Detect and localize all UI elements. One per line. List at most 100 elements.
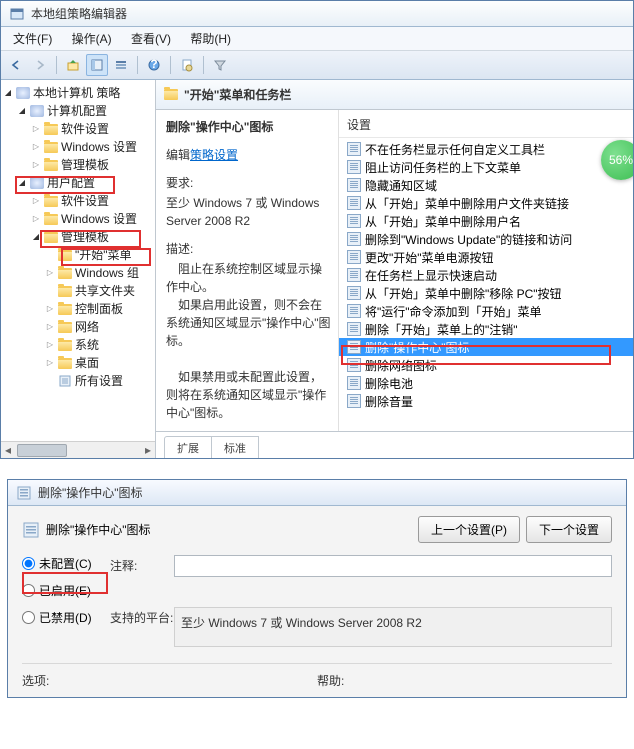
tree-item[interactable]: ▷管理模板: [3, 156, 153, 174]
setting-item-label: 从「开始」菜单中删除用户文件夹链接: [365, 195, 569, 212]
disc-icon: [29, 176, 45, 190]
policy-item-icon: [347, 196, 361, 210]
tree-toggle-icon[interactable]: ▷: [45, 318, 55, 336]
radio-disabled[interactable]: 已禁用(D): [22, 609, 110, 626]
form-right: 注释: 支持的平台: 至少 Windows 7 或 Windows Server…: [110, 555, 612, 657]
details-btn[interactable]: [110, 54, 132, 76]
setting-item[interactable]: 从「开始」菜单中删除用户文件夹链接: [339, 194, 633, 212]
tree-toggle-icon[interactable]: ▷: [31, 210, 41, 228]
tree-item-label: 软件设置: [61, 192, 109, 210]
tree-item[interactable]: 所有设置: [3, 372, 153, 390]
radio-enabled[interactable]: 已启用(E): [22, 582, 110, 599]
requirements-label: 要求:: [166, 174, 332, 192]
radio-disabled-input[interactable]: [22, 611, 35, 624]
setting-item[interactable]: 隐藏通知区域: [339, 176, 633, 194]
folder-icon: [57, 320, 73, 334]
setting-item[interactable]: 从「开始」菜单中删除用户名: [339, 212, 633, 230]
filter-btn[interactable]: [209, 54, 231, 76]
setting-item[interactable]: 删除到"Windows Update"的链接和访问: [339, 230, 633, 248]
tree-toggle-icon[interactable]: ◢: [17, 102, 27, 120]
tree-item[interactable]: ◢用户配置: [3, 174, 153, 192]
setting-item[interactable]: 在任务栏上显示快速启动: [339, 266, 633, 284]
tree-item[interactable]: ▷ Windows 组: [3, 264, 153, 282]
comment-input[interactable]: [174, 555, 612, 577]
setting-item-label: 从「开始」菜单中删除"移除 PC"按钮: [365, 285, 562, 302]
tree-item[interactable]: "开始"菜单: [3, 246, 153, 264]
forward-btn[interactable]: [29, 54, 51, 76]
tab-standard[interactable]: 标准: [211, 436, 259, 458]
dialog-titlebar[interactable]: 删除"操作中心"图标: [8, 480, 626, 506]
tree-toggle-icon[interactable]: ▷: [45, 264, 55, 282]
prev-setting-btn[interactable]: 上一个设置(P): [418, 516, 520, 543]
menu-view[interactable]: 查看(V): [123, 30, 179, 48]
next-setting-btn[interactable]: 下一个设置: [526, 516, 612, 543]
tree-item[interactable]: ◢计算机配置: [3, 102, 153, 120]
badge: 56%: [601, 140, 633, 180]
setting-item[interactable]: 删除「开始」菜单上的"注销": [339, 320, 633, 338]
menu-file[interactable]: 文件(F): [5, 30, 60, 48]
tree-item[interactable]: ▷系统: [3, 336, 153, 354]
setting-item[interactable]: 阻止访问任务栏的上下文菜单: [339, 158, 633, 176]
setting-item[interactable]: 不在任务栏显示任何自定义工具栏: [339, 140, 633, 158]
tree-toggle-icon[interactable]: ▷: [31, 138, 41, 156]
tab-extended[interactable]: 扩展: [164, 436, 212, 458]
tree-toggle-icon[interactable]: ▷: [31, 156, 41, 174]
tree-item[interactable]: ▷网络: [3, 318, 153, 336]
radio-not-configured-input[interactable]: [22, 557, 35, 570]
tree-toggle-icon[interactable]: ◢: [31, 228, 41, 246]
help-btn[interactable]: ?: [143, 54, 165, 76]
radio-not-configured[interactable]: 未配置(C): [22, 555, 110, 572]
tree-toggle-icon[interactable]: ▷: [31, 120, 41, 138]
setting-item-label: 删除到"Windows Update"的链接和访问: [365, 231, 572, 248]
tree-item[interactable]: ▷软件设置: [3, 120, 153, 138]
setting-item-label: 删除「开始」菜单上的"注销": [365, 321, 518, 338]
tree-item[interactable]: ◢管理模板: [3, 228, 153, 246]
setting-item[interactable]: 将"运行"命令添加到「开始」菜单: [339, 302, 633, 320]
tree-toggle-icon[interactable]: ▷: [45, 336, 55, 354]
tree-item[interactable]: ▷ 软件设置: [3, 192, 153, 210]
settings-col-header: 设置: [339, 110, 633, 138]
setting-item[interactable]: 删除网络图标: [339, 356, 633, 374]
menu-help[interactable]: 帮助(H): [182, 30, 239, 48]
folder-icon: [57, 356, 73, 370]
list-btn[interactable]: [86, 54, 108, 76]
setting-item[interactable]: 删除"操作中心"图标: [339, 338, 633, 356]
setting-item[interactable]: 从「开始」菜单中删除"移除 PC"按钮: [339, 284, 633, 302]
tree-toggle-icon[interactable]: ▷: [31, 192, 41, 210]
radio-enabled-input[interactable]: [22, 584, 35, 597]
config-block: 未配置(C) 已启用(E) 已禁用(D) 注释: 支持的平台:: [22, 555, 612, 657]
folder-icon: [57, 266, 73, 280]
menu-action[interactable]: 操作(A): [64, 30, 120, 48]
tree-toggle-icon[interactable]: ▷: [45, 354, 55, 372]
back-btn[interactable]: [5, 54, 27, 76]
up-btn[interactable]: [62, 54, 84, 76]
setting-item-label: 删除音量: [365, 393, 413, 410]
tree-item[interactable]: ▷控制面板: [3, 300, 153, 318]
setting-item[interactable]: 删除电池: [339, 374, 633, 392]
tree-item[interactable]: ◢本地计算机 策略: [3, 84, 153, 102]
setting-item-label: 更改"开始"菜单电源按钮: [365, 249, 494, 266]
folder-icon: [164, 89, 178, 100]
edit-policy-link[interactable]: 策略设置: [190, 148, 238, 162]
setting-item[interactable]: 删除音量: [339, 392, 633, 410]
tree-item-label: Windows 组: [75, 264, 139, 282]
nav-row: 删除"操作中心"图标 上一个设置(P) 下一个设置: [22, 516, 612, 543]
comment-label: 注释:: [110, 555, 174, 574]
properties-btn[interactable]: [176, 54, 198, 76]
settings-list[interactable]: 不在任务栏显示任何自定义工具栏阻止访问任务栏的上下文菜单隐藏通知区域从「开始」菜…: [339, 138, 633, 412]
platform-label: 支持的平台:: [110, 607, 174, 626]
tree-item[interactable]: ▷Windows 设置: [3, 138, 153, 156]
tree-scrollbar[interactable]: ◂ ▸: [1, 441, 155, 458]
tree-toggle-icon[interactable]: ▷: [45, 300, 55, 318]
tree-item[interactable]: ▷Windows 设置: [3, 210, 153, 228]
titlebar[interactable]: 本地组策略编辑器: [1, 1, 633, 27]
tree-item[interactable]: 共享文件夹: [3, 282, 153, 300]
tree-toggle-icon[interactable]: ◢: [17, 174, 27, 192]
tree[interactable]: ◢本地计算机 策略◢计算机配置▷软件设置▷Windows 设置▷管理模板◢用户配…: [1, 80, 155, 394]
requirements-text: 至少 Windows 7 或 Windows Server 2008 R2: [166, 194, 332, 230]
policy-item-icon: [347, 268, 361, 282]
setting-item[interactable]: 更改"开始"菜单电源按钮: [339, 248, 633, 266]
tree-toggle-icon[interactable]: ◢: [3, 84, 13, 102]
tree-item[interactable]: ▷桌面: [3, 354, 153, 372]
policy-name: 删除"操作中心"图标: [46, 521, 151, 538]
